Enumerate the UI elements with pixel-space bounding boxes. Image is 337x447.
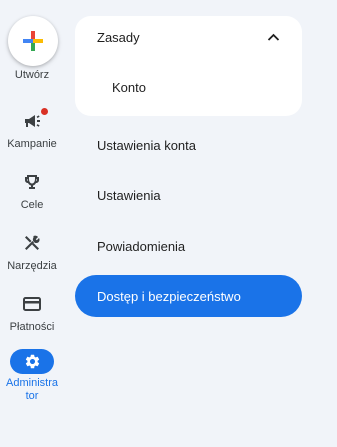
menu-item-label: Ustawienia: [97, 187, 161, 203]
navigation-rail: Utwórz Kampanie Cele Narzędzia Płatności…: [0, 0, 64, 447]
create-label: Utwórz: [14, 69, 50, 81]
rail-item-label: Płatności: [9, 321, 55, 333]
section-card-policies: Zasady Konto: [75, 16, 302, 116]
menu-item-label: Ustawienia konta: [97, 137, 196, 153]
gear-icon: [25, 354, 39, 369]
active-indicator: [10, 349, 54, 374]
menu-item-label: Dostęp i bezpieczeństwo: [97, 288, 241, 304]
section-header-policies[interactable]: Zasady: [75, 16, 302, 58]
menu-item-settings[interactable]: Ustawienia: [75, 174, 302, 216]
tools-icon: [22, 233, 42, 253]
rail-item-label: Cele: [20, 199, 44, 211]
rail-item-label: Kampanie: [7, 138, 57, 150]
menu-item-access-security[interactable]: Dostęp i bezpieczeństwo: [75, 275, 302, 317]
notification-badge: [41, 108, 48, 115]
menu-item-account-settings[interactable]: Ustawienia konta: [75, 124, 302, 166]
menu-item-label: Powiadomienia: [97, 238, 186, 254]
app-root: Utwórz Kampanie Cele Narzędzia Płatności…: [0, 0, 337, 447]
trophy-icon: [22, 172, 42, 192]
plus-icon: [23, 31, 43, 51]
rail-item-label-line2: tor: [25, 390, 39, 402]
menu-item-label: Konto: [112, 79, 146, 95]
section-label: Zasady: [97, 29, 140, 45]
menu-item-account[interactable]: Konto: [75, 66, 302, 108]
create-button[interactable]: [8, 16, 58, 66]
campaign-icon: [22, 112, 42, 132]
rail-item-label: Narzędzia: [7, 260, 57, 272]
menu-item-notifications[interactable]: Powiadomienia: [75, 225, 302, 267]
rail-item-label-line1: Administra: [6, 377, 58, 389]
chevron-up-icon: [266, 30, 280, 44]
credit-card-icon: [22, 294, 42, 314]
